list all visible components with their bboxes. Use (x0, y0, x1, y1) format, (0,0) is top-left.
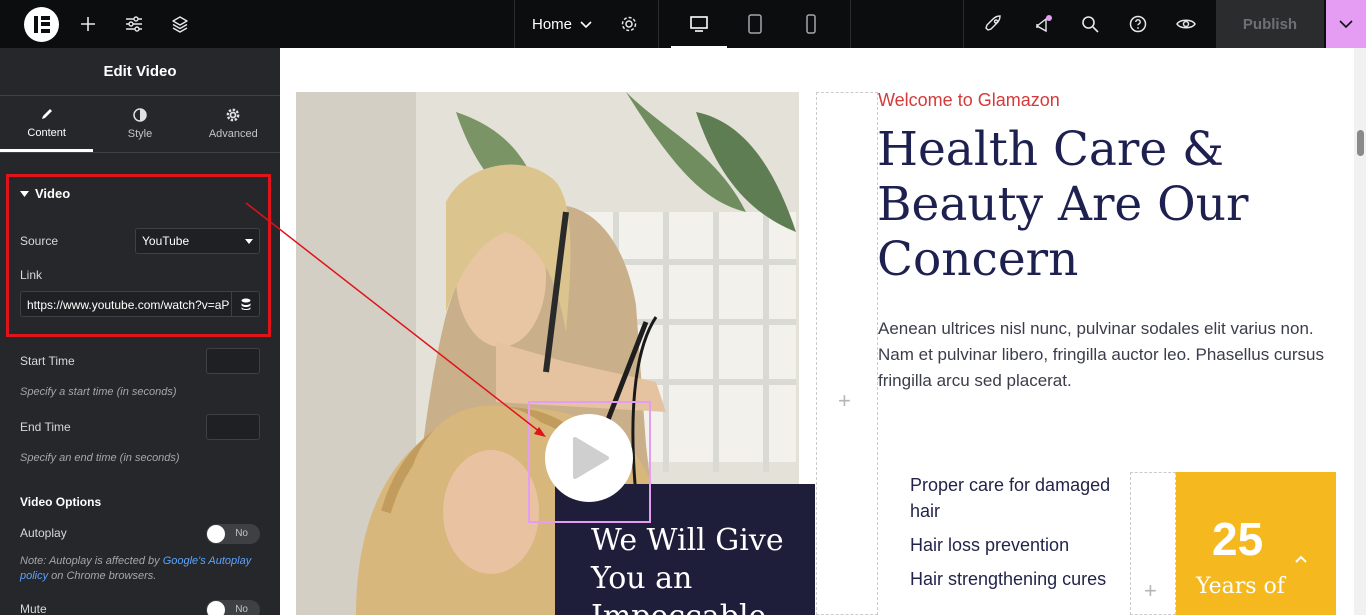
pencil-icon (41, 108, 52, 119)
chevron-down-icon (1339, 19, 1353, 28)
end-time-hint: Specify an end time (in seconds) (20, 452, 180, 464)
promo-text: We Will Give You an Impeccable (591, 523, 784, 615)
tab-label: Style (127, 128, 153, 140)
add-widget-plus-icon[interactable]: + (838, 388, 851, 414)
help-icon[interactable] (1124, 0, 1152, 48)
gear-icon (226, 108, 240, 122)
editor-panel: Edit Video Content Style Advanced Video … (0, 48, 280, 615)
notifications-megaphone-icon[interactable] (1029, 0, 1057, 48)
toggle-knob (207, 525, 225, 543)
page-settings-gear-icon[interactable] (616, 0, 642, 48)
start-time-hint: Specify a start time (in seconds) (20, 386, 177, 398)
end-time-label: End Time (20, 420, 71, 434)
preview-canvas: We Will Give You an Impeccable + Welcome… (280, 48, 1354, 615)
page-name: Home (532, 15, 573, 33)
structure-layers-icon[interactable] (166, 0, 194, 48)
play-icon (573, 437, 609, 479)
panel-title: Edit Video (0, 48, 280, 96)
years-label: Years of (1196, 574, 1285, 599)
years-number: 25 (1212, 513, 1264, 565)
start-time-input[interactable] (206, 348, 260, 374)
divider (850, 0, 851, 48)
toggle-text: No (235, 604, 248, 615)
canvas-scrollbar[interactable] (1354, 48, 1366, 615)
tab-content[interactable]: Content (0, 96, 94, 152)
tab-label: Advanced (208, 128, 258, 140)
preview-eye-icon[interactable] (1172, 0, 1200, 48)
rocket-icon[interactable] (980, 0, 1008, 48)
video-options-heading: Video Options (20, 495, 102, 509)
start-time-label: Start Time (20, 354, 75, 368)
elementor-logo-icon[interactable] (24, 7, 59, 42)
mute-toggle[interactable]: No (206, 600, 260, 615)
tab-style[interactable]: Style (93, 96, 186, 152)
add-widget-plus-icon[interactable]: + (1144, 578, 1157, 604)
divider (963, 0, 964, 48)
list-item: Hair strengthening cures (910, 569, 1107, 589)
search-icon[interactable] (1076, 0, 1104, 48)
publish-options-button[interactable] (1326, 0, 1366, 48)
publish-button[interactable]: Publish (1216, 0, 1324, 48)
tab-label: Content (27, 126, 66, 139)
hero-heading: Health Care & Beauty Are Our Concern (877, 122, 1249, 287)
mobile-icon[interactable] (797, 0, 825, 48)
list-item: Hair loss prevention (910, 535, 1070, 555)
toggle-text: No (235, 528, 248, 539)
add-element-icon[interactable] (74, 0, 102, 48)
autoplay-note-suffix: on Chrome browsers. (48, 570, 157, 582)
toggle-knob (207, 601, 225, 615)
chevron-down-icon (580, 16, 592, 33)
autoplay-note-prefix: Note: Autoplay is affected by (20, 555, 163, 567)
highlight-annotation-box (6, 174, 271, 337)
hero-paragraph: Aenean ultrices nisl nunc, pulvinar soda… (878, 319, 1324, 390)
empty-column[interactable] (816, 92, 878, 615)
autoplay-label: Autoplay (20, 526, 67, 540)
video-play-button[interactable] (545, 414, 633, 502)
site-settings-icon[interactable] (120, 0, 148, 48)
years-stat-box: 25 Years of (1176, 472, 1336, 615)
autoplay-note: Note: Autoplay is affected by Google's A… (20, 554, 260, 584)
desktop-icon[interactable] (685, 0, 713, 48)
welcome-subtitle: Welcome to Glamazon (878, 90, 1060, 110)
panel-tabs: Content Style Advanced (0, 96, 280, 153)
contrast-half-circle-icon (133, 108, 147, 122)
mute-label: Mute (20, 602, 47, 615)
divider (658, 0, 659, 48)
list-item: Proper care for damaged hair (910, 475, 1111, 521)
page-selector[interactable]: Home (532, 0, 592, 48)
autoplay-toggle[interactable]: No (206, 524, 260, 544)
chevron-up-icon[interactable] (1294, 554, 1308, 564)
end-time-input[interactable] (206, 414, 260, 440)
tablet-icon[interactable] (741, 0, 769, 48)
top-bar: Home Publish (0, 0, 1366, 48)
tab-advanced[interactable]: Advanced (187, 96, 280, 152)
scrollbar-thumb[interactable] (1357, 130, 1364, 156)
divider (514, 0, 515, 48)
